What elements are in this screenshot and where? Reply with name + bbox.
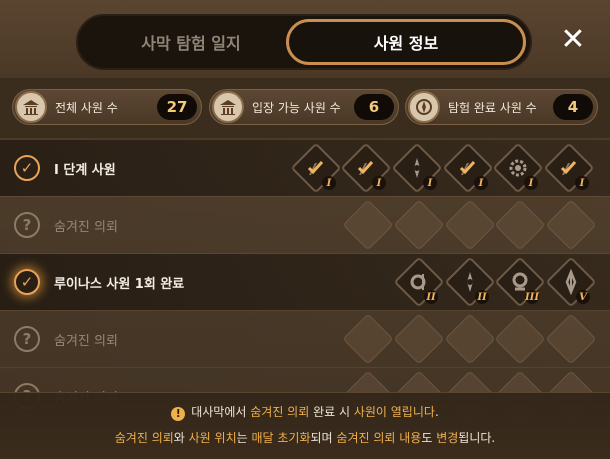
row-label: Ⅰ 단계 사원 bbox=[54, 162, 116, 178]
stat-value: 27 bbox=[157, 94, 197, 120]
check-icon: ✓ bbox=[14, 269, 40, 295]
notice-text: . bbox=[434, 405, 439, 419]
notice-text: 와 bbox=[173, 431, 189, 445]
notice-text: 완료 시 bbox=[309, 405, 354, 419]
locked-temple-slot bbox=[342, 313, 394, 365]
stat-enterable-temples: 입장 가능 사원 수 6 bbox=[209, 89, 399, 125]
locked-temple-slot bbox=[393, 199, 445, 251]
list-item-luinas-temple[interactable]: ✓ 루이나스 사원 1회 완료 II II III V bbox=[0, 254, 610, 310]
tier-badge: I bbox=[575, 176, 589, 190]
temple-info-panel: 사막 탐험 일지 사원 정보 ✕ 전체 사원 수 27 입장 가능 사원 수 6… bbox=[0, 0, 610, 459]
notice-text: 되며 bbox=[310, 431, 337, 445]
tab-desert-exploration-log[interactable]: 사막 탐험 일지 bbox=[82, 19, 300, 65]
tab-bar: 사막 탐험 일지 사원 정보 bbox=[76, 14, 532, 70]
stat-explored-temples: 탐험 완료 사원 수 4 bbox=[405, 89, 598, 125]
notice-highlight: 숨겨진 의뢰 내용 bbox=[336, 431, 422, 445]
tier-badge: I bbox=[474, 176, 488, 190]
check-icon: ✓ bbox=[14, 155, 40, 181]
notice-highlight: 사원이 열립니다 bbox=[353, 405, 435, 419]
tier-badge: V bbox=[576, 290, 590, 304]
close-button[interactable]: ✕ bbox=[556, 21, 590, 57]
stat-bar: 전체 사원 수 27 입장 가능 사원 수 6 탐험 완료 사원 수 4 bbox=[0, 78, 610, 138]
question-icon: ? bbox=[14, 212, 40, 238]
row-label: 루이나스 사원 1회 완료 bbox=[54, 276, 185, 292]
list-item-hidden-request[interactable]: ? 숨겨진 의뢰 bbox=[0, 197, 610, 253]
temple-icon bbox=[15, 91, 47, 123]
stat-label: 입장 가능 사원 수 bbox=[252, 100, 341, 115]
tier-badge: II bbox=[475, 290, 489, 304]
notice-text: 도 bbox=[421, 431, 437, 445]
locked-temple-slot bbox=[342, 199, 394, 251]
notice-line-1: ! 대사막에서 숨겨진 의뢰 완료 시 사원이 열립니다. bbox=[0, 403, 610, 421]
row-label: 숨겨진 의뢰 bbox=[54, 333, 118, 349]
locked-temple-slot bbox=[545, 313, 597, 365]
stat-label: 전체 사원 수 bbox=[55, 100, 118, 115]
tier-badge: II bbox=[424, 290, 438, 304]
row-label: 숨겨진 의뢰 bbox=[54, 219, 118, 235]
locked-temple-slot bbox=[393, 313, 445, 365]
notice-text: 대사막에서 bbox=[191, 405, 251, 419]
warning-icon: ! bbox=[171, 407, 186, 421]
locked-temple-slot bbox=[494, 199, 546, 251]
locked-temple-slot bbox=[444, 199, 496, 251]
temple-icon bbox=[212, 91, 244, 123]
locked-temple-slot bbox=[545, 199, 597, 251]
notice-highlight: 변경 bbox=[436, 431, 459, 445]
list-item-stage-1-temples[interactable]: ✓ Ⅰ 단계 사원 I I I I I I bbox=[0, 140, 610, 196]
notice-text: 는 bbox=[236, 431, 252, 445]
notice-highlight: 매달 초기화 bbox=[251, 431, 311, 445]
stat-value: 6 bbox=[354, 94, 394, 120]
tier-badge: I bbox=[423, 176, 437, 190]
locked-temple-slot bbox=[444, 313, 496, 365]
tab-temple-info[interactable]: 사원 정보 bbox=[286, 19, 526, 65]
notice-line-2: 숨겨진 의뢰와 사원 위치는 매달 초기화되며 숨겨진 의뢰 내용도 변경됩니다… bbox=[0, 429, 610, 446]
notice-highlight: 숨겨진 의뢰 bbox=[250, 405, 310, 419]
notice-highlight: 사원 위치 bbox=[188, 431, 237, 445]
tier-badge: III bbox=[524, 290, 540, 304]
notice-highlight: 숨겨진 의뢰 bbox=[114, 431, 174, 445]
stat-total-temples: 전체 사원 수 27 bbox=[12, 89, 202, 125]
locked-temple-slot bbox=[494, 313, 546, 365]
header: 사막 탐험 일지 사원 정보 ✕ bbox=[0, 0, 610, 78]
notice-footer: ! 대사막에서 숨겨진 의뢰 완료 시 사원이 열립니다. 숨겨진 의뢰와 사원 … bbox=[0, 392, 610, 459]
question-icon: ? bbox=[14, 326, 40, 352]
stat-value: 4 bbox=[553, 94, 593, 120]
tier-badge: I bbox=[524, 176, 538, 190]
tier-badge: I bbox=[372, 176, 386, 190]
stat-label: 탐험 완료 사원 수 bbox=[448, 100, 537, 115]
list-item-hidden-request[interactable]: ? 숨겨진 의뢰 bbox=[0, 311, 610, 367]
compass-icon bbox=[408, 91, 440, 123]
tier-badge: I bbox=[322, 176, 336, 190]
close-icon: ✕ bbox=[560, 21, 586, 57]
notice-text: 됩니다. bbox=[458, 431, 496, 445]
